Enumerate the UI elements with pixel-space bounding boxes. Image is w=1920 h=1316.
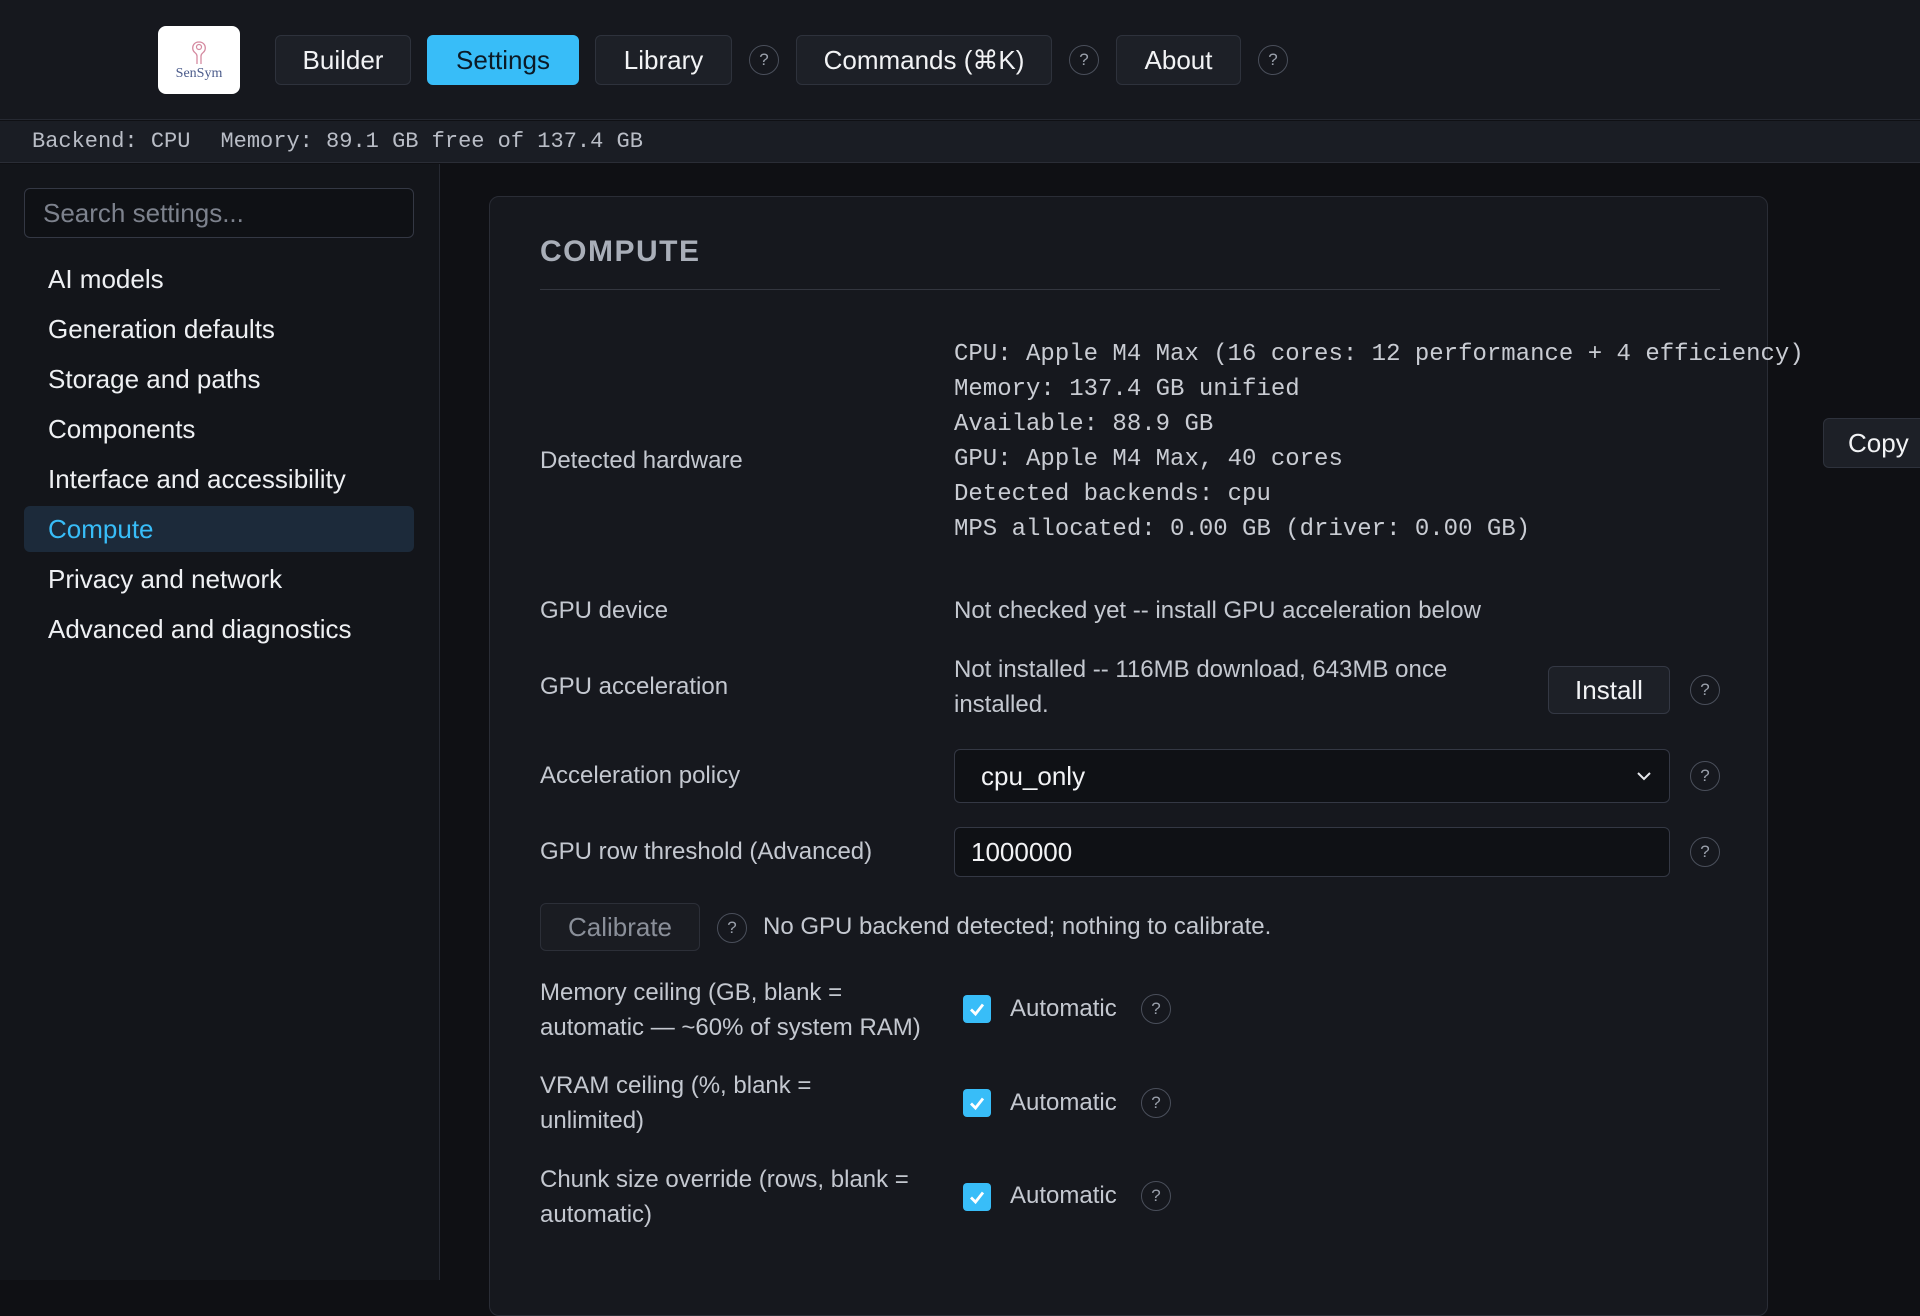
calibrate-button[interactable]: Calibrate (540, 903, 700, 951)
calibrate-help-icon[interactable]: ? (717, 913, 747, 943)
vram-ceiling-label: VRAM ceiling (%, blank = unlimited) (540, 1068, 811, 1138)
hw-available-line: Available: 88.9 GB (954, 411, 1214, 438)
chunk-size-automatic-label: Automatic (1010, 1182, 1117, 1209)
title-divider (540, 289, 1720, 290)
chunk-size-label-line2: automatic) (540, 1201, 653, 1228)
memory-ceiling-label-line2: automatic — ~60% of system RAM) (540, 1014, 921, 1041)
checkmark-icon (970, 1097, 985, 1111)
compute-settings-panel: COMPUTE Detected hardware CPU: Apple M4 … (489, 196, 1804, 1316)
gpu-row-threshold-help-icon[interactable]: ? (1690, 837, 1720, 867)
hw-memory-line: Memory: 137.4 GB unified (954, 376, 1300, 403)
detected-hardware-info: CPU: Apple M4 Max (16 cores: 12 performa… (954, 337, 1804, 547)
hw-gpu-line: GPU: Apple M4 Max, 40 cores (954, 446, 1343, 473)
vram-ceiling-automatic-checkbox[interactable] (963, 1089, 991, 1117)
nav-about-button[interactable]: About (1116, 35, 1241, 85)
backend-status: Backend: CPU (32, 129, 191, 154)
sidebar-item-generation-defaults[interactable]: Generation defaults (24, 306, 414, 352)
app-logo[interactable]: SenSym (158, 26, 240, 94)
acceleration-policy-value: cpu_only (981, 760, 1086, 791)
vram-ceiling-help-icon[interactable]: ? (1141, 1088, 1171, 1118)
gpu-acceleration-status-line2: installed. (954, 691, 1049, 718)
nav-settings-button[interactable]: Settings (427, 35, 579, 85)
nav-library-button[interactable]: Library (595, 35, 732, 85)
acceleration-policy-help-icon[interactable]: ? (1690, 761, 1720, 791)
sidebar-item-advanced-and-diagnostics[interactable]: Advanced and diagnostics (24, 606, 414, 652)
copy-hardware-button[interactable]: Copy (1823, 418, 1920, 468)
nav-commands-button[interactable]: Commands (⌘K) (796, 35, 1052, 85)
nav-builder-button[interactable]: Builder (275, 35, 411, 85)
gpu-row-threshold-input[interactable]: 1000000 (954, 827, 1670, 877)
hw-cpu-line: CPU: Apple M4 Max (16 cores: 12 performa… (954, 341, 1804, 368)
chunk-size-automatic-checkbox[interactable] (963, 1183, 991, 1211)
calibrate-message: No GPU backend detected; nothing to cali… (763, 913, 1272, 940)
top-bar: SenSym Builder Settings Library ? Comman… (0, 0, 1920, 120)
search-settings-input[interactable] (24, 188, 414, 238)
sidebar-item-interface-and-accessibility[interactable]: Interface and accessibility (24, 456, 414, 502)
sidebar-item-compute[interactable]: Compute (24, 506, 414, 552)
memory-ceiling-label: Memory ceiling (GB, blank = automatic — … (540, 975, 921, 1045)
logo-mark-icon (192, 41, 206, 64)
checkmark-icon (970, 1003, 985, 1017)
chunk-size-label: Chunk size override (rows, blank = autom… (540, 1162, 909, 1232)
memory-ceiling-automatic-label: Automatic (1010, 995, 1117, 1022)
hw-mps-line: MPS allocated: 0.00 GB (driver: 0.00 GB) (954, 516, 1531, 543)
panel-title: COMPUTE (540, 235, 701, 268)
chunk-size-label-line1: Chunk size override (rows, blank = (540, 1166, 909, 1193)
memory-status: Memory: 89.1 GB free of 137.4 GB (220, 129, 643, 154)
hw-backends-line: Detected backends: cpu (954, 481, 1271, 508)
gpu-row-threshold-label: GPU row threshold (Advanced) (540, 838, 873, 865)
gpu-device-label: GPU device (540, 597, 669, 624)
gpu-acceleration-help-icon[interactable]: ? (1690, 675, 1720, 705)
acceleration-policy-select[interactable]: cpu_only (954, 749, 1670, 803)
chevron-down-icon (1637, 772, 1651, 781)
gpu-device-value: Not checked yet -- install GPU accelerat… (954, 597, 1481, 624)
gpu-acceleration-label: GPU acceleration (540, 673, 729, 700)
library-help-icon[interactable]: ? (749, 45, 779, 75)
sidebar-item-privacy-and-network[interactable]: Privacy and network (24, 556, 414, 602)
settings-nav-list: AI models Generation defaults Storage an… (24, 256, 414, 656)
settings-sidebar: AI models Generation defaults Storage an… (0, 164, 440, 1280)
chunk-size-help-icon[interactable]: ? (1141, 1181, 1171, 1211)
commands-help-icon[interactable]: ? (1069, 45, 1099, 75)
gpu-acceleration-status: Not installed -- 116MB download, 643MB o… (954, 652, 1447, 722)
sidebar-item-storage-and-paths[interactable]: Storage and paths (24, 356, 414, 402)
memory-ceiling-help-icon[interactable]: ? (1141, 994, 1171, 1024)
memory-ceiling-automatic-checkbox[interactable] (963, 995, 991, 1023)
acceleration-policy-label: Acceleration policy (540, 762, 741, 789)
vram-ceiling-label-line1: VRAM ceiling (%, blank = (540, 1072, 812, 1099)
gpu-acceleration-status-line1: Not installed -- 116MB download, 643MB o… (954, 656, 1448, 683)
logo-text: SenSym (175, 66, 223, 81)
vram-ceiling-label-line2: unlimited) (540, 1107, 645, 1134)
sidebar-item-ai-models[interactable]: AI models (24, 256, 414, 302)
status-bar: Backend: CPU Memory: 89.1 GB free of 137… (0, 121, 1920, 163)
checkmark-icon (970, 1191, 985, 1205)
about-help-icon[interactable]: ? (1258, 45, 1288, 75)
memory-ceiling-label-line1: Memory ceiling (GB, blank = (540, 979, 843, 1006)
sidebar-item-components[interactable]: Components (24, 406, 414, 452)
vram-ceiling-automatic-label: Automatic (1010, 1089, 1117, 1116)
install-gpu-button[interactable]: Install (1548, 666, 1670, 714)
detected-hardware-label: Detected hardware (540, 447, 743, 474)
